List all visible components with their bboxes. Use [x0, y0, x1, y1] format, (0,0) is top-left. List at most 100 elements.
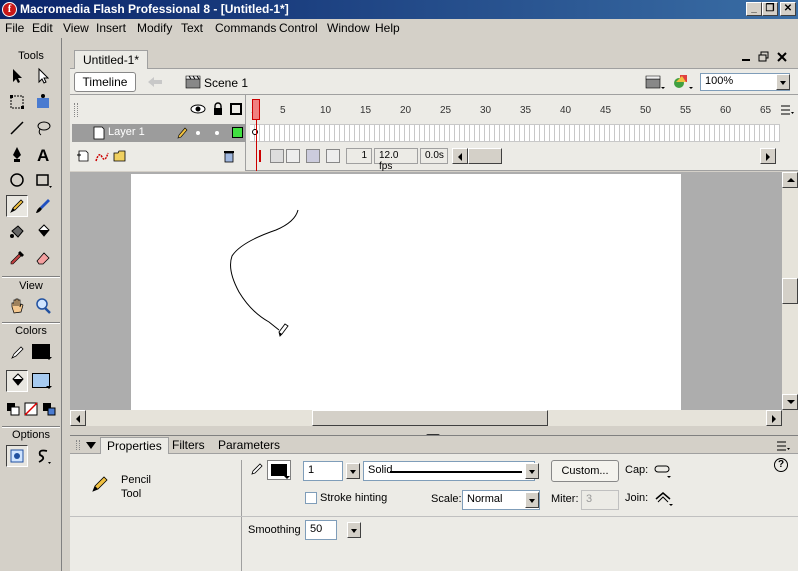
menu-help[interactable]: Help: [375, 21, 400, 35]
fill-transform-tool[interactable]: [32, 91, 54, 113]
visibility-dot[interactable]: [196, 131, 200, 135]
menu-edit[interactable]: Edit: [32, 21, 53, 35]
rectangle-tool[interactable]: [32, 169, 54, 191]
tab-parameters[interactable]: Parameters: [212, 437, 286, 454]
layer-name[interactable]: Layer 1: [108, 126, 145, 138]
menu-modify[interactable]: Modify: [137, 21, 172, 35]
frame-view-menu-icon[interactable]: [780, 104, 794, 116]
insert-layer-icon[interactable]: [76, 149, 92, 163]
grip-icon[interactable]: [76, 440, 80, 450]
tab-properties[interactable]: Properties: [100, 437, 169, 454]
brush-tool[interactable]: [32, 195, 54, 217]
edit-multiple-frames-icon[interactable]: [306, 149, 320, 163]
ink-bottle-tool[interactable]: [6, 221, 28, 243]
menu-control[interactable]: Control: [279, 21, 318, 35]
lasso-tool[interactable]: [32, 117, 54, 139]
menu-insert[interactable]: Insert: [96, 21, 126, 35]
blank-keyframe[interactable]: [252, 129, 258, 135]
help-icon[interactable]: ?: [774, 458, 788, 472]
trash-icon[interactable]: [222, 149, 236, 163]
center-frame-icon[interactable]: [254, 149, 266, 163]
layer-outline-color[interactable]: [232, 127, 243, 138]
menu-text[interactable]: Text: [181, 21, 203, 35]
close-button[interactable]: ✕: [780, 2, 796, 16]
object-drawing-button[interactable]: [6, 445, 28, 467]
document-tab[interactable]: Untitled-1*: [74, 50, 149, 69]
panel-collapse-icon[interactable]: [86, 441, 96, 449]
flash-app-icon[interactable]: f: [2, 2, 17, 17]
vertical-scroll-thumb[interactable]: [782, 278, 798, 304]
insert-folder-icon[interactable]: [112, 149, 128, 163]
smoothing-slider-button[interactable]: [347, 522, 361, 538]
timeline-scroll-thumb[interactable]: [468, 148, 502, 164]
back-arrow-icon[interactable]: [146, 74, 164, 90]
onion-skin-icon[interactable]: [270, 149, 284, 163]
zoom-tool[interactable]: [32, 295, 54, 317]
minimize-doc-icon[interactable]: [740, 51, 752, 63]
pen-tool[interactable]: [6, 143, 28, 165]
outline-icon[interactable]: [230, 103, 242, 115]
edit-scene-icon[interactable]: [644, 73, 666, 91]
line-tool[interactable]: [6, 117, 28, 139]
stage[interactable]: [131, 174, 681, 410]
tab-filters[interactable]: Filters: [166, 437, 211, 454]
lock-dot[interactable]: [215, 131, 219, 135]
menu-view[interactable]: View: [63, 21, 89, 35]
miter-input[interactable]: 3: [581, 490, 619, 510]
scroll-down-button[interactable]: [782, 394, 798, 410]
pencil-tool[interactable]: [6, 195, 28, 217]
frame-rate-field[interactable]: 12.0 fps: [374, 148, 418, 171]
horizontal-scroll-thumb[interactable]: [312, 410, 548, 426]
no-color-button[interactable]: [22, 398, 40, 420]
pencil-mode-button[interactable]: [32, 445, 54, 467]
onion-outline-icon[interactable]: [286, 149, 300, 163]
motion-guide-icon[interactable]: [94, 149, 110, 163]
close-doc-icon[interactable]: [776, 51, 788, 63]
timeline-scroll-right[interactable]: [760, 148, 776, 164]
stage-vertical-scrollbar[interactable]: [782, 172, 798, 410]
custom-stroke-button[interactable]: Custom...: [551, 460, 619, 482]
subselection-tool[interactable]: [32, 65, 54, 87]
timeline-toggle-button[interactable]: Timeline: [74, 72, 136, 92]
paint-bucket-tool[interactable]: [32, 221, 54, 243]
timeline-scroll-left[interactable]: [452, 148, 468, 164]
panel-menu-icon[interactable]: [776, 440, 790, 452]
playhead[interactable]: [252, 99, 260, 120]
swap-colors-button[interactable]: [40, 398, 58, 420]
cap-style-icon[interactable]: [653, 463, 673, 479]
eyedropper-tool[interactable]: [6, 247, 28, 269]
menu-window[interactable]: Window: [327, 21, 370, 35]
text-tool[interactable]: A: [32, 143, 54, 165]
stroke-color-picker[interactable]: [267, 460, 291, 480]
frames-area[interactable]: 1 5 10 15 20 25 30 35 40 45 50 55 60 65: [250, 95, 780, 171]
eye-icon[interactable]: [190, 103, 206, 115]
free-transform-tool[interactable]: [6, 91, 28, 113]
restore-doc-icon[interactable]: [758, 51, 770, 63]
frame-row[interactable]: [250, 124, 780, 142]
stroke-hinting-checkbox[interactable]: [305, 492, 317, 504]
edit-symbols-icon[interactable]: [672, 73, 694, 91]
black-white-button[interactable]: [4, 398, 22, 420]
restore-button[interactable]: ❐: [762, 2, 778, 16]
fill-color-icon[interactable]: [6, 370, 28, 392]
layer-row[interactable]: Layer 1: [72, 124, 246, 142]
stroke-style-dropdown[interactable]: [525, 463, 539, 479]
lock-icon[interactable]: [212, 102, 224, 116]
stroke-style-select[interactable]: Solid: [363, 461, 535, 481]
stroke-height-input[interactable]: 1: [303, 461, 343, 481]
menu-file[interactable]: File: [5, 21, 24, 35]
oval-tool[interactable]: [6, 169, 28, 191]
scale-dropdown[interactable]: [525, 492, 539, 508]
join-style-icon[interactable]: [653, 489, 675, 507]
menu-commands[interactable]: Commands: [215, 21, 276, 35]
hand-tool[interactable]: [6, 295, 28, 317]
scroll-left-button[interactable]: [70, 410, 86, 426]
eraser-tool[interactable]: [32, 247, 54, 269]
minimize-button[interactable]: _: [746, 2, 762, 16]
stage-area[interactable]: [70, 172, 782, 410]
scroll-right-button[interactable]: [766, 410, 782, 426]
zoom-dropdown-button[interactable]: [776, 74, 790, 90]
stroke-height-dropdown[interactable]: [346, 463, 360, 479]
selection-tool[interactable]: [6, 65, 28, 87]
stage-horizontal-scrollbar[interactable]: [70, 410, 782, 426]
